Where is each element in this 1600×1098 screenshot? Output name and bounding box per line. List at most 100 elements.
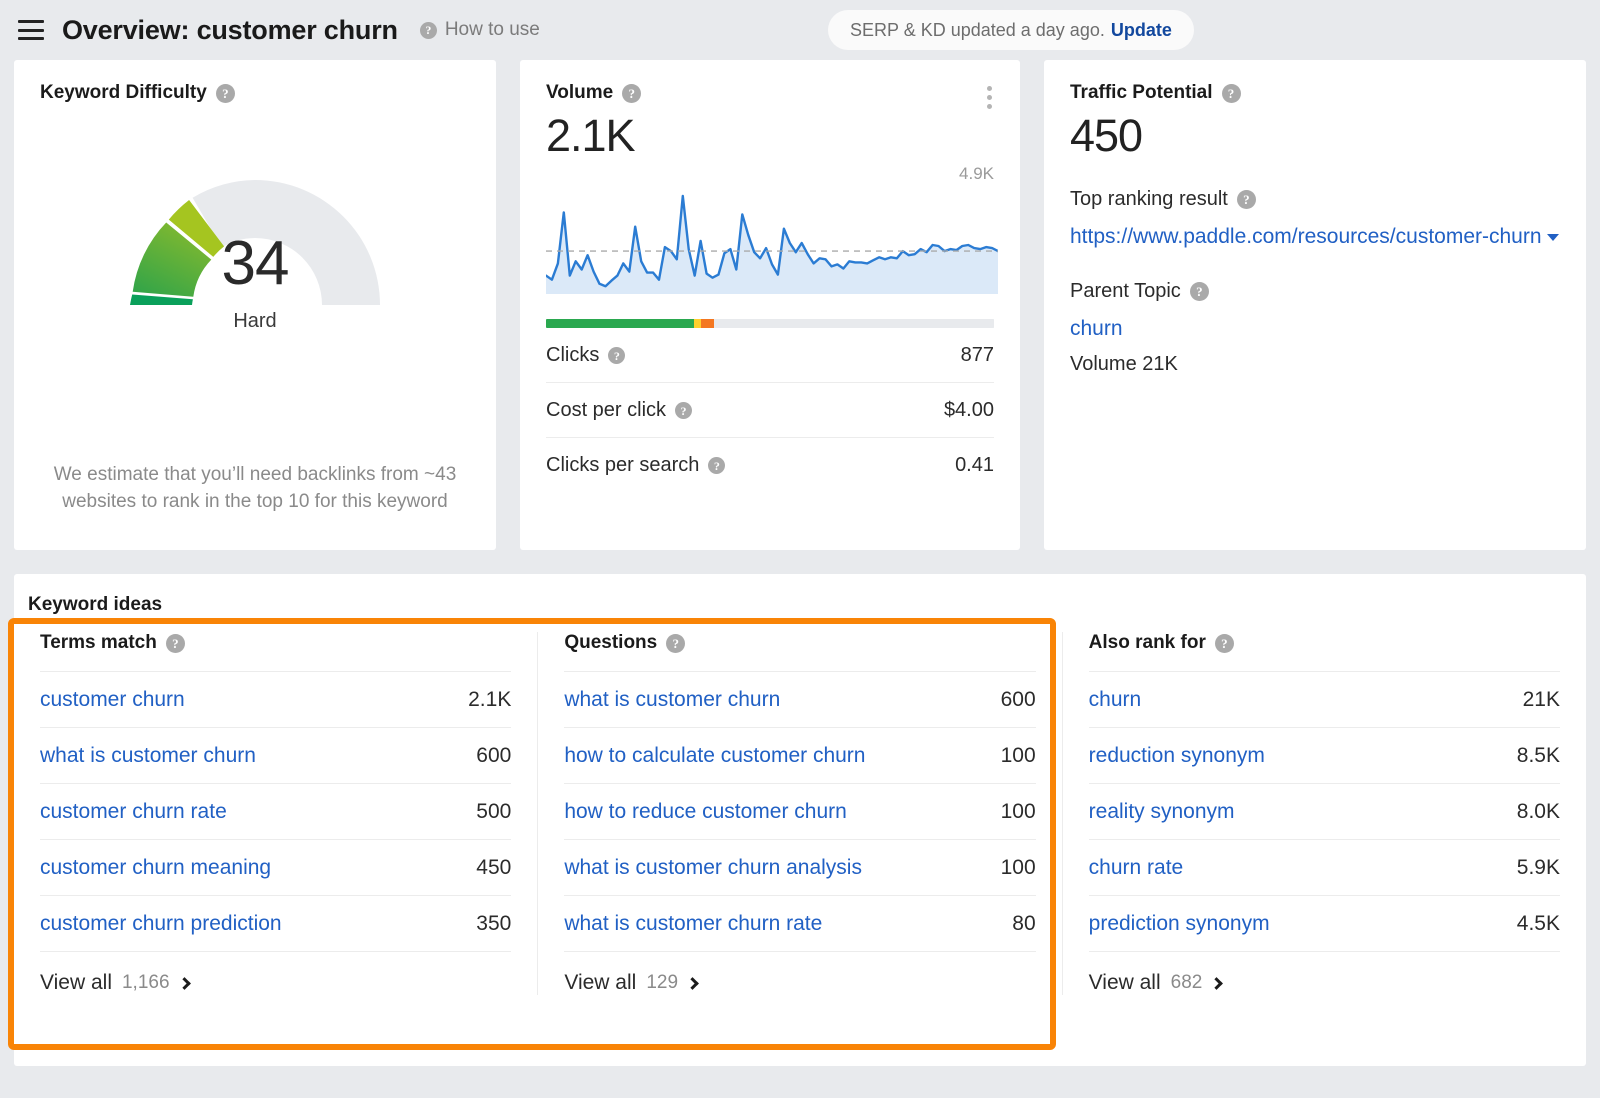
keyword-difficulty-card: Keyword Difficulty ? 34 Hard We estimate…	[14, 60, 496, 550]
update-button[interactable]: Update	[1111, 20, 1172, 41]
question-mark-icon[interactable]: ?	[608, 347, 626, 364]
also-rank-for-label: Also rank for	[1088, 632, 1206, 653]
terms-match-label: Terms match	[40, 632, 157, 653]
table-row: Cost per click ? $4.00	[546, 383, 994, 438]
traffic-potential-label: Traffic Potential	[1070, 82, 1213, 103]
top-ranking-result-url[interactable]: https://www.paddle.com/resources/custome…	[1070, 221, 1560, 254]
questions-label: Questions	[564, 632, 658, 653]
keyword-volume: 600	[1000, 688, 1036, 711]
keyword-link[interactable]: customer churn	[40, 688, 185, 712]
keyword-link[interactable]: reality synonym	[1089, 800, 1235, 824]
chevron-right-icon	[177, 976, 191, 990]
terms-match-header: Terms match ?	[40, 632, 512, 672]
question-mark-icon[interactable]: ?	[622, 83, 642, 103]
question-mark-icon[interactable]: ?	[165, 633, 185, 653]
table-row: reality synonym 8.0K	[1088, 784, 1560, 840]
volume-max-label: 4.9K	[959, 164, 994, 183]
question-mark-icon[interactable]: ?	[1214, 633, 1234, 653]
serp-update-banner[interactable]: SERP & KD updated a day ago. Update	[828, 10, 1194, 50]
keyword-link[interactable]: how to reduce customer churn	[564, 800, 846, 824]
question-mark-icon[interactable]: ?	[1189, 281, 1209, 301]
hamburger-bar	[18, 37, 44, 40]
view-all-count: 129	[646, 972, 679, 993]
keyword-link[interactable]: what is customer churn rate	[564, 912, 822, 936]
keyword-link[interactable]: what is customer churn analysis	[564, 856, 862, 880]
table-row: what is customer churn analysis 100	[564, 840, 1036, 896]
metric-label-group: Clicks per search ?	[546, 454, 726, 477]
kebab-dot	[987, 86, 992, 91]
clicks-label: Clicks	[546, 344, 600, 366]
keyword-link[interactable]: customer churn rate	[40, 800, 227, 824]
metric-label-group: Cost per click ?	[546, 399, 693, 422]
keyword-difficulty-value: 34	[221, 229, 290, 298]
table-row: churn rate 5.9K	[1088, 840, 1560, 896]
view-all-questions-button[interactable]: View all 129	[564, 952, 1035, 995]
table-row: customer churn rate 500	[40, 784, 512, 840]
view-all-label: View all	[564, 971, 637, 994]
question-mark-icon[interactable]: ?	[215, 83, 235, 103]
table-row: Clicks per search ? 0.41	[546, 438, 994, 492]
keyword-link[interactable]: prediction synonym	[1089, 912, 1270, 936]
question-mark-icon[interactable]: ?	[1221, 83, 1241, 103]
view-all-also-rank-for-button[interactable]: View all 682	[1089, 952, 1560, 995]
table-row: customer churn 2.1K	[40, 672, 512, 728]
view-all-count: 1,166	[121, 972, 170, 993]
table-row: what is customer churn rate 80	[564, 896, 1036, 952]
kebab-dot	[987, 95, 992, 100]
keyword-volume: 8.5K	[1516, 744, 1560, 767]
keyword-volume: 600	[476, 744, 512, 767]
keyword-volume: 4.5K	[1516, 912, 1560, 935]
view-all-terms-match-button[interactable]: View all 1,166	[40, 952, 511, 995]
page-title: Overview: customer churn	[62, 14, 398, 45]
traffic-potential-title: Traffic Potential ?	[1070, 82, 1560, 104]
questions-header: Questions ?	[564, 632, 1036, 672]
table-row: how to calculate customer churn 100	[564, 728, 1036, 784]
keyword-link[interactable]: churn rate	[1089, 856, 1184, 880]
question-mark-icon[interactable]: ?	[1236, 190, 1256, 209]
terms-match-column: Terms match ? customer churn 2.1K what i…	[14, 632, 537, 995]
clicks-per-search-label: Clicks per search	[546, 454, 700, 476]
keyword-difficulty-gauge: 34 Hard	[100, 150, 410, 365]
keyword-link[interactable]: what is customer churn	[564, 688, 780, 712]
questions-column: Questions ? what is customer churn 600 h…	[537, 632, 1061, 995]
keyword-link[interactable]: customer churn meaning	[40, 856, 271, 880]
cost-per-click-label: Cost per click	[546, 399, 667, 421]
volume-label: Volume	[546, 82, 614, 103]
how-to-use-label: How to use	[444, 19, 540, 40]
chevron-down-icon[interactable]	[1546, 233, 1559, 241]
keyword-link[interactable]: customer churn prediction	[40, 912, 282, 936]
keyword-ideas-panel: Keyword ideas Terms match ? customer chu…	[8, 574, 1586, 1066]
table-row: churn 21K	[1088, 672, 1560, 728]
parent-topic-link[interactable]: churn	[1070, 317, 1560, 341]
keyword-link[interactable]: churn	[1089, 688, 1142, 712]
keyword-volume: 21K	[1522, 688, 1560, 711]
top-ranking-result-label: Top ranking result	[1070, 188, 1228, 210]
table-row: customer churn prediction 350	[40, 896, 512, 952]
table-row: prediction synonym 4.5K	[1088, 896, 1560, 952]
keyword-link[interactable]: reduction synonym	[1089, 744, 1265, 768]
keyword-volume: 450	[476, 856, 512, 879]
table-row: what is customer churn 600	[564, 672, 1036, 728]
view-all-label: View all	[40, 971, 112, 994]
parent-topic-label: Parent Topic	[1070, 279, 1181, 302]
keyword-volume: 100	[1000, 856, 1036, 879]
keyword-link[interactable]: what is customer churn	[40, 744, 256, 768]
update-banner-text: SERP & KD updated a day ago.	[850, 19, 1105, 40]
question-mark-icon[interactable]: ?	[675, 402, 693, 419]
chevron-right-icon	[686, 976, 699, 990]
question-mark-icon: ?	[419, 21, 437, 39]
clicks-bar-remainder	[713, 319, 994, 328]
view-all-label: View all	[1088, 971, 1161, 994]
volume-value: 2.1K	[546, 110, 636, 161]
clicks-bar-yellow-segment	[693, 319, 701, 328]
table-row: how to reduce customer churn 100	[564, 784, 1036, 840]
volume-sparkline	[544, 194, 1000, 299]
hamburger-icon[interactable]	[18, 20, 44, 40]
chevron-right-icon	[1210, 976, 1224, 990]
clicks-per-search-value: 0.41	[955, 454, 994, 476]
question-mark-icon[interactable]: ?	[666, 633, 686, 653]
kebab-menu-icon[interactable]	[985, 84, 994, 111]
keyword-link[interactable]: how to calculate customer churn	[564, 744, 865, 768]
how-to-use-link[interactable]: ? How to use	[419, 19, 540, 41]
question-mark-icon[interactable]: ?	[708, 457, 726, 474]
